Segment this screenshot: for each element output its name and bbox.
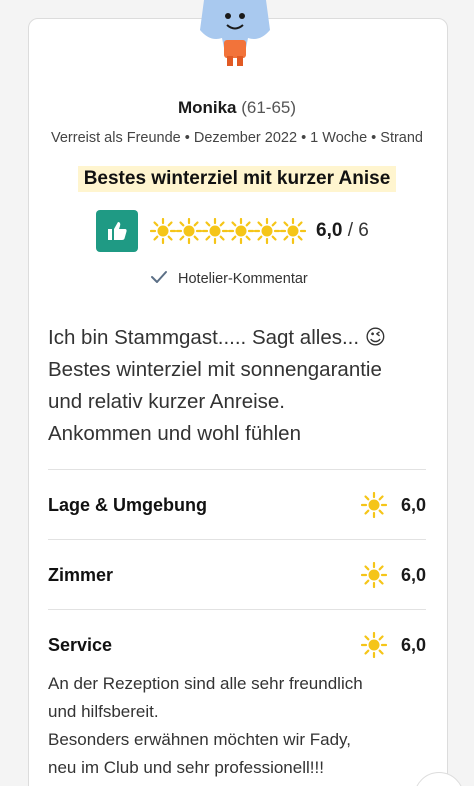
category-score: 6,0 <box>360 491 426 519</box>
overall-rating: 6,0 / 6 <box>96 210 369 252</box>
divider <box>48 609 426 610</box>
reviewer-name: Monika <box>177 98 237 117</box>
hotelier-comment-link[interactable]: Hotelier-Kommentar <box>150 270 308 288</box>
category-row-lage: Lage & Umgebung 6,0 <box>48 490 426 520</box>
review-title-wrap: Bestes winterziel mit kurzer Anise <box>0 166 474 192</box>
reviewer-age: (61-65) <box>241 98 297 117</box>
review-title: Bestes winterziel mit kurzer Anise <box>77 166 397 192</box>
thumbs-up-icon <box>96 210 138 252</box>
reviewer-line: Monika (61-65) <box>0 98 474 118</box>
category-score: 6,0 <box>360 631 426 659</box>
category-score-value: 6,0 <box>400 634 426 655</box>
sun-icon <box>227 217 255 245</box>
divider <box>48 469 426 470</box>
reviewer-avatar <box>190 0 280 70</box>
category-label: Lage & Umgebung <box>48 494 208 515</box>
category-score-value: 6,0 <box>400 494 426 515</box>
category-row-zimmer: Zimmer 6,0 <box>48 560 426 590</box>
sun-icon <box>360 631 388 659</box>
overall-score-max: / 6 <box>347 220 369 241</box>
overall-score-value: 6,0 <box>316 220 343 241</box>
service-line: An der Rezeption sind alle sehr freundli… <box>48 674 363 693</box>
review-line: Ankommen und wohl fühlen <box>48 422 301 445</box>
service-line: neu im Club und sehr professionell!!! <box>48 758 324 777</box>
trip-meta: Verreist als Freunde • Dezember 2022 • 1… <box>50 130 423 146</box>
sun-icon <box>279 217 307 245</box>
category-score-value: 6,0 <box>400 564 426 585</box>
sun-icon <box>201 217 229 245</box>
category-label: Service <box>48 634 113 655</box>
divider <box>48 539 426 540</box>
hotelier-comment-label: Hotelier-Kommentar <box>178 271 308 287</box>
sun-icon <box>175 217 203 245</box>
category-row-service: Service 6,0 <box>48 630 426 660</box>
sun-icon <box>360 561 388 589</box>
review-line: Ich bin Stammgast..... Sagt alles... 😉 <box>48 326 387 349</box>
review-page: Monika (61-65) Verreist als Freunde • De… <box>0 0 474 786</box>
sun-icon <box>253 217 281 245</box>
service-line: Besonders erwähnen möchten wir Fady, <box>48 730 352 749</box>
checkmark-icon <box>150 270 168 288</box>
sun-icon <box>149 217 177 245</box>
review-line: Bestes winterziel mit sonnengarantie <box>48 358 382 381</box>
overall-score: 6,0 / 6 <box>316 220 369 242</box>
review-line: und relativ kurzer Anreise. <box>48 390 286 413</box>
service-comment: An der Rezeption sind alle sehr freundli… <box>48 670 438 782</box>
review-body: Ich bin Stammgast..... Sagt alles... 😉 B… <box>48 322 438 450</box>
service-line: und hilfsbereit. <box>48 702 159 721</box>
sun-icon <box>360 491 388 519</box>
sun-rating <box>149 217 307 245</box>
category-label: Zimmer <box>48 564 114 585</box>
category-score: 6,0 <box>360 561 426 589</box>
